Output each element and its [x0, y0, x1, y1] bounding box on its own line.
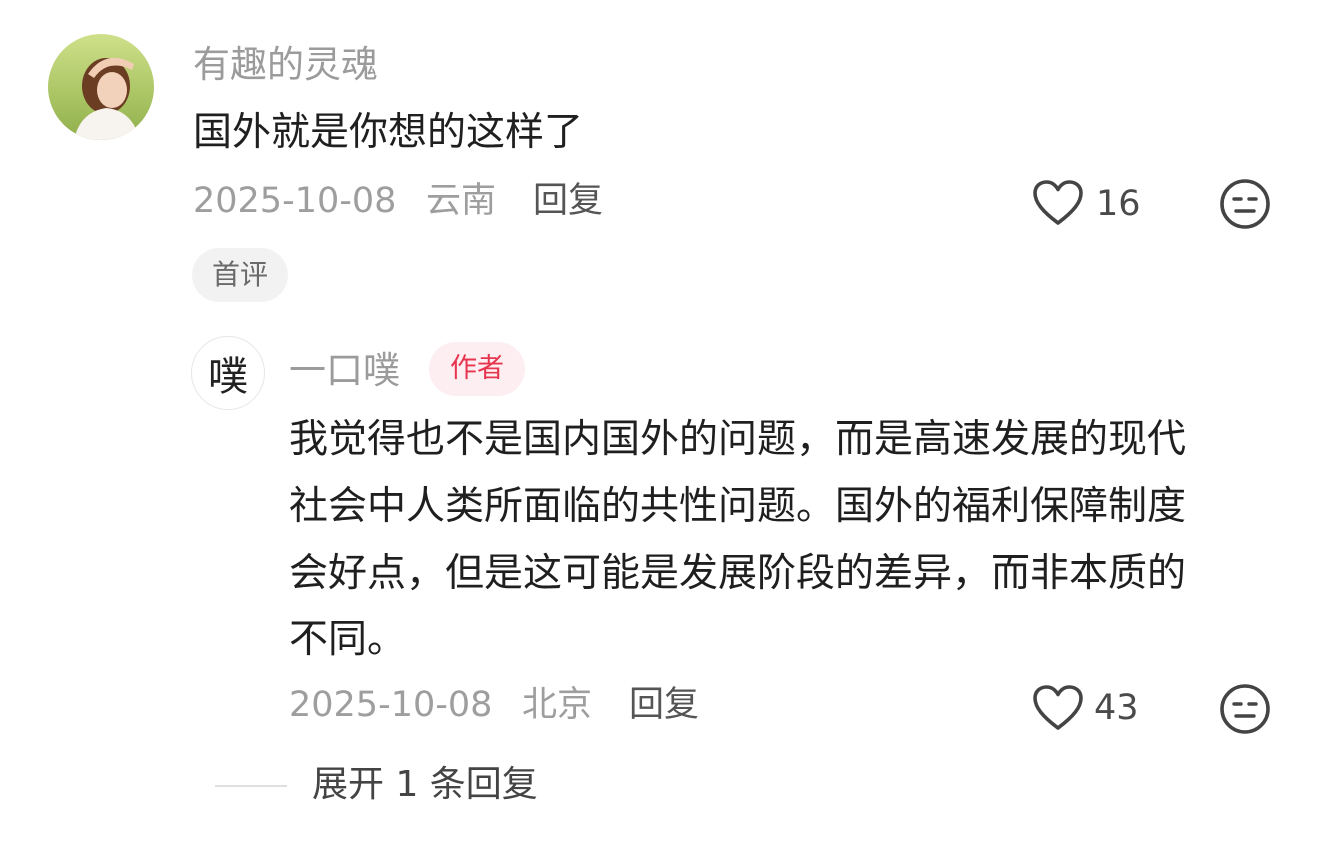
author-avatar[interactable]: 噗 — [191, 336, 265, 410]
comment-reply-button[interactable]: 回复 — [533, 184, 603, 219]
heart-outline-icon[interactable] — [1032, 684, 1084, 732]
commenter-username[interactable]: 有趣的灵魂 — [193, 46, 378, 83]
neutral-face-icon[interactable] — [1219, 178, 1271, 230]
reply-text-line: 不同。 — [289, 617, 407, 662]
expand-replies-button[interactable]: 展开 1 条回复 — [312, 767, 538, 803]
author-username[interactable]: 一口噗 — [289, 352, 400, 389]
comment-text: 国外就是你想的这样了 — [193, 110, 584, 155]
neutral-face-icon[interactable] — [1219, 683, 1271, 735]
author-avatar-glyph: 噗 — [208, 354, 248, 400]
reply-text-line: 我觉得也不是国内国外的问题，而是高速发展的现代 — [289, 417, 1187, 462]
avatar-photo — [48, 34, 154, 140]
comment-like-count: 16 — [1096, 184, 1141, 224]
reply-like-count: 43 — [1094, 688, 1139, 728]
expand-divider — [215, 785, 287, 787]
reply-date: 2025-10-08 — [289, 685, 493, 725]
first-comment-badge: 首评 — [192, 248, 288, 302]
reply-reply-button[interactable]: 回复 — [629, 688, 699, 723]
commenter-avatar[interactable] — [48, 34, 154, 140]
reply-location: 北京 — [522, 685, 593, 725]
comment-location: 云南 — [426, 181, 497, 221]
reply-text-line: 会好点，但是这可能是发展阶段的差异，而非本质的 — [289, 551, 1187, 596]
heart-outline-icon[interactable] — [1032, 179, 1084, 227]
author-badge: 作者 — [429, 342, 525, 396]
comment-date: 2025-10-08 — [193, 181, 397, 221]
reply-text-line: 社会中人类所面临的共性问题。国外的福利保障制度 — [289, 484, 1187, 529]
